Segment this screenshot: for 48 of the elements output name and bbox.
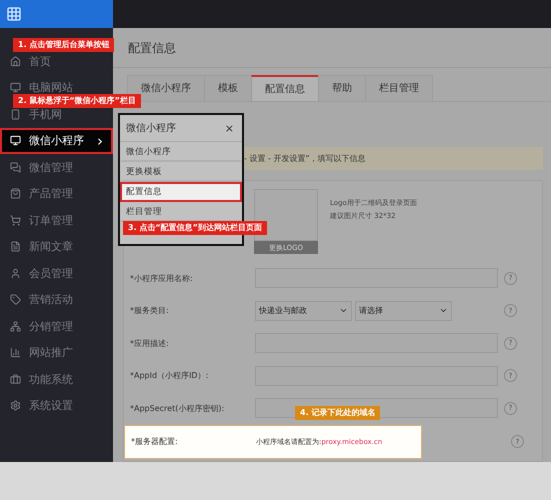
callout-tooltip: 3. 点击“配置信息”到达网站栏目页面 xyxy=(123,221,267,235)
home-icon xyxy=(10,56,21,67)
phone-icon xyxy=(10,108,21,120)
tag-icon xyxy=(10,294,21,306)
cart-icon xyxy=(10,214,21,226)
sidebar-item[interactable]: 营销活动 xyxy=(0,286,113,313)
monitor-icon xyxy=(10,82,21,94)
field-label: *AppSecret(小程序密钥): xyxy=(130,402,226,414)
sidebar-item[interactable]: 产品管理 xyxy=(0,180,113,207)
callout-tooltip: 1. 点击管理后台菜单按钮 xyxy=(13,38,114,52)
sidebar-item[interactable]: 微信小程序 › xyxy=(0,128,113,154)
menu-item[interactable]: 配置信息 xyxy=(120,182,242,202)
sidebar-item[interactable]: 会员管理 xyxy=(0,260,113,286)
monitor-icon xyxy=(10,135,21,146)
sidebar-item[interactable]: 分销管理 xyxy=(0,313,113,340)
popup-title: 微信小程序 xyxy=(126,122,176,135)
chevron-icon: › xyxy=(97,132,103,150)
sidebar-item[interactable]: 微信管理 xyxy=(0,154,113,180)
logo-placeholder xyxy=(254,189,318,241)
close-icon[interactable]: × xyxy=(224,122,234,134)
menu-item[interactable]: 微信小程序 xyxy=(120,142,242,162)
sidebar-item[interactable]: 功能系统 xyxy=(0,366,113,392)
chat-icon xyxy=(10,162,21,173)
settings-icon xyxy=(10,400,21,412)
field-label: *应用描述: xyxy=(130,338,170,349)
document-icon xyxy=(10,241,21,252)
menu-button[interactable] xyxy=(0,0,113,28)
tab[interactable]: 配置信息 xyxy=(251,75,319,101)
select-field[interactable]: 快递业与邮政 xyxy=(255,300,352,321)
select-field[interactable]: 请选择 xyxy=(355,300,452,321)
sidebar-item[interactable]: 系统设置 xyxy=(0,392,113,419)
sidebar-item[interactable]: 新闻文章 xyxy=(0,234,113,260)
field-label: *小程序应用名称: xyxy=(130,272,194,284)
callout-tooltip: 4. 记录下此处的域名 xyxy=(295,406,380,420)
grid-icon xyxy=(6,6,22,22)
sidebar-item[interactable]: 网站推广 xyxy=(0,340,113,366)
bar-chart-icon xyxy=(10,347,21,358)
briefcase-icon xyxy=(10,374,21,385)
bag-icon xyxy=(10,188,21,200)
user-icon xyxy=(10,268,21,279)
callout-tooltip: 2. 鼠标悬浮于“微信小程序”栏目 xyxy=(13,94,141,108)
sidebar-item[interactable]: 订单管理 xyxy=(0,207,113,234)
page-title: 配置信息 xyxy=(113,28,551,68)
field-label: *服务类目: xyxy=(130,305,170,316)
tab[interactable]: 栏目管理 xyxy=(365,75,433,101)
field-label: *服务器配置: xyxy=(131,436,179,448)
network-icon xyxy=(10,320,21,332)
field-label: *AppId（小程序ID）: xyxy=(130,370,210,382)
